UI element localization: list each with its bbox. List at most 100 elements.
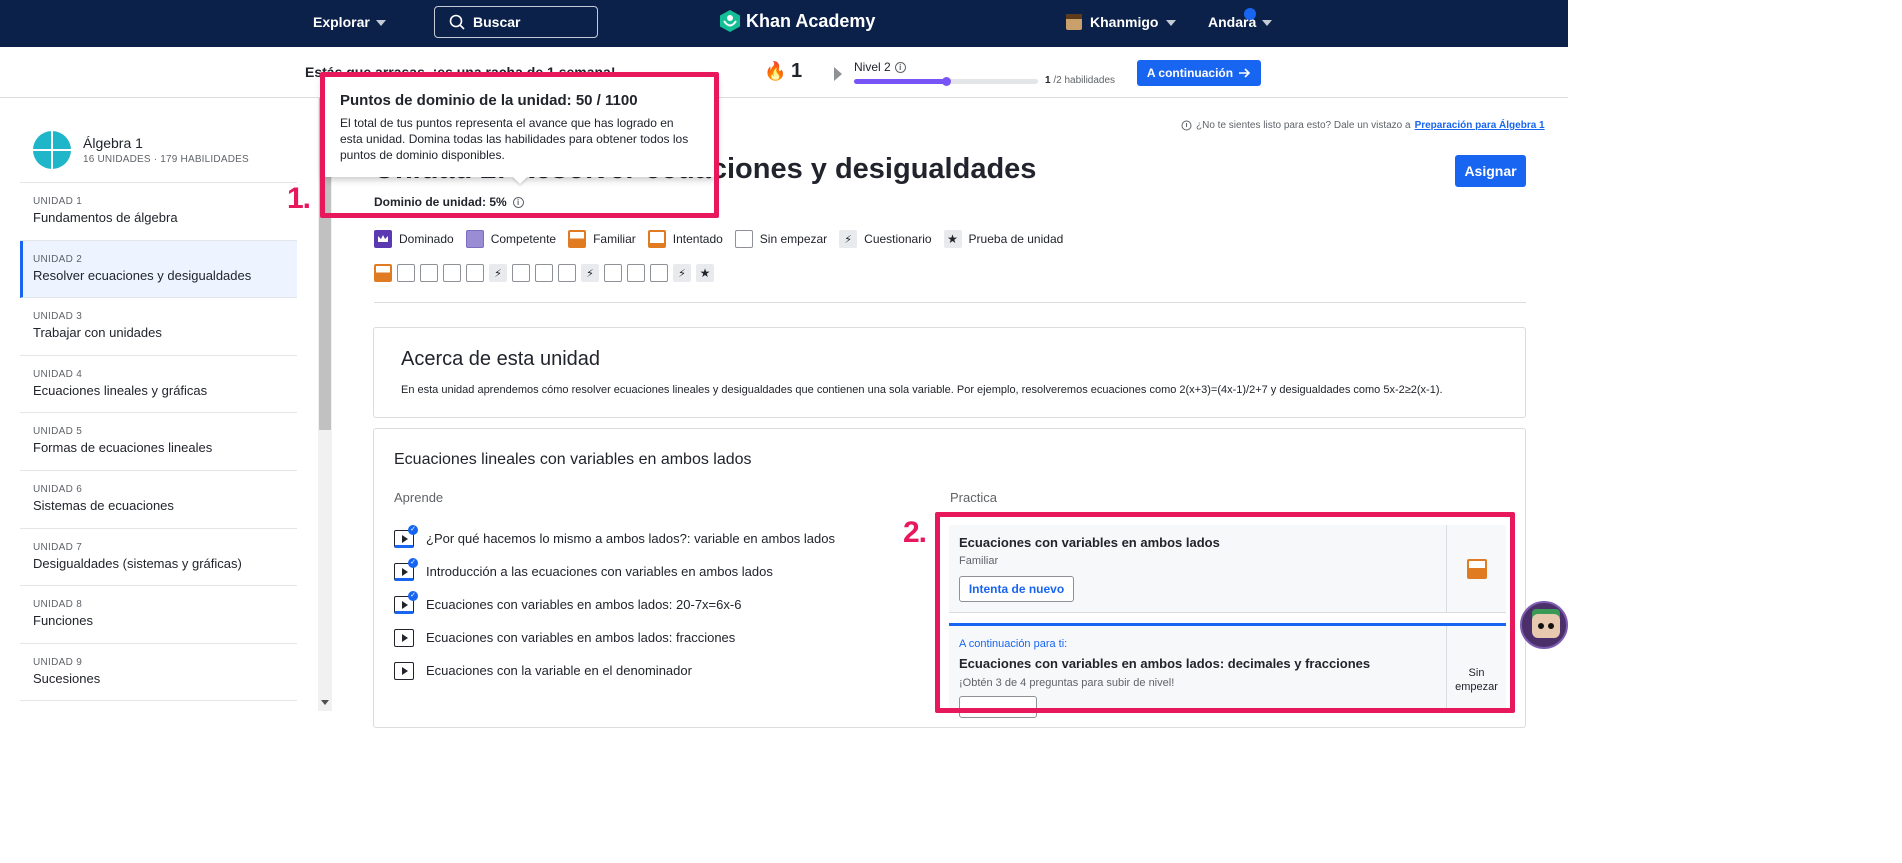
info-icon[interactable]: i	[894, 61, 906, 73]
learn-label: Aprende	[394, 490, 444, 505]
unit-test-star-icon[interactable]: ★	[696, 264, 714, 282]
logo-text: Khan Academy	[746, 10, 876, 31]
khanmigo-chat-button[interactable]	[1520, 601, 1568, 649]
unit-name: Sistemas de ecuaciones	[33, 497, 174, 513]
legend-proficient: Competente	[465, 230, 557, 248]
khanmigo-label: Khanmigo	[1090, 14, 1159, 30]
skill-square[interactable]	[650, 264, 668, 282]
video-title: Ecuaciones con variables en ambos lados:…	[426, 597, 742, 612]
video-title: ¿Por qué hacemos lo mismo a ambos lados?…	[426, 531, 835, 546]
skills-count: 1 /2 habilidades	[1045, 75, 1115, 86]
khanmigo-face-icon	[1532, 614, 1560, 638]
unit-name: Formas de ecuaciones lineales	[33, 440, 213, 456]
quiz-lightning-icon[interactable]: ⚡︎	[673, 264, 691, 282]
khan-logo-icon	[720, 10, 740, 32]
video-item[interactable]: ✓ Introducción a las ecuaciones con varia…	[394, 555, 835, 588]
video-icon	[394, 661, 414, 680]
unit-name: Ecuaciones lineales y gráficas	[33, 382, 208, 398]
course-title: Álgebra 1	[83, 135, 143, 151]
sidebar-item-unit-5[interactable]: UNIDAD 5 Formas de ecuaciones lineales	[20, 413, 297, 471]
search-input[interactable]: Buscar	[434, 6, 598, 38]
video-icon: ✓	[394, 557, 418, 581]
skill-square[interactable]	[374, 264, 392, 282]
video-title: Introducción a las ecuaciones con variab…	[426, 564, 773, 579]
quiz-lightning-icon[interactable]: ⚡︎	[581, 264, 599, 282]
explore-menu[interactable]: Explorar	[313, 14, 386, 30]
video-item[interactable]: ✓ ¿Por qué hacemos lo mismo a ambos lados…	[394, 522, 835, 555]
unit-name: Funciones	[33, 613, 93, 629]
khanmigo-menu[interactable]: Khanmigo	[1066, 14, 1177, 30]
skill-square[interactable]	[535, 264, 553, 282]
legend-label: Dominado	[399, 232, 454, 246]
sidebar-item-unit-1[interactable]: UNIDAD 1 Fundamentos de álgebra	[20, 183, 297, 241]
legend-label: Competente	[490, 232, 557, 246]
annotation-box-1	[320, 72, 719, 218]
legend-not-started: Sin empezar	[734, 230, 827, 248]
unit-name: Trabajar con unidades	[33, 325, 162, 341]
unit-number: UNIDAD 3	[33, 311, 83, 323]
star-icon: ★	[943, 230, 962, 248]
unit-number: UNIDAD 2	[33, 253, 83, 265]
unit-number: UNIDAD 9	[33, 656, 83, 668]
skill-square[interactable]	[397, 264, 415, 282]
sidebar-item-unit-7[interactable]: UNIDAD 7 Desigualdades (sistemas y gráfic…	[20, 529, 297, 587]
lesson-title[interactable]: Ecuaciones lineales con variables en amb…	[394, 451, 752, 469]
mastery-legend: Dominado Competente Familiar Intentado S…	[374, 230, 1075, 248]
skill-square[interactable]	[420, 264, 438, 282]
eye	[1538, 623, 1544, 629]
sidebar-item-unit-8[interactable]: UNIDAD 8 Funciones	[20, 586, 297, 644]
sidebar-item-unit-4[interactable]: UNIDAD 4 Ecuaciones lineales y gráficas	[20, 356, 297, 414]
level-progress-bar	[854, 77, 1038, 86]
about-title: Acerca de esta unidad	[401, 348, 601, 370]
eye	[1548, 623, 1554, 629]
khan-academy-logo[interactable]: Khan Academy	[720, 10, 875, 32]
skill-square[interactable]	[443, 264, 461, 282]
annotation-box-2	[935, 512, 1515, 713]
next-button-label: A continuación	[1146, 66, 1234, 80]
quiz-lightning-icon[interactable]: ⚡︎	[489, 264, 507, 282]
flame-icon: 🔥	[764, 61, 787, 81]
about-unit-card: Acerca de esta unidad En esta unidad apr…	[373, 327, 1526, 418]
skill-square[interactable]	[604, 264, 622, 282]
assign-button[interactable]: Asignar	[1455, 155, 1526, 187]
attempted-icon	[647, 230, 666, 248]
scroll-down-arrow-icon[interactable]	[321, 700, 329, 705]
next-button[interactable]: A continuación	[1137, 60, 1261, 86]
unit-number: UNIDAD 6	[33, 483, 83, 495]
streak-bar: Estás que arrasas, ¡es una racha de 1 se…	[0, 47, 1568, 98]
skills-total: /2 habilidades	[1050, 75, 1116, 86]
sidebar-item-unit-2[interactable]: UNIDAD 2 Resolver ecuaciones y desigualda…	[20, 240, 297, 299]
video-item[interactable]: Ecuaciones con variables en ambos lados:…	[394, 621, 835, 654]
video-item[interactable]: Ecuaciones con la variable en el denomin…	[394, 654, 835, 687]
skill-square[interactable]	[627, 264, 645, 282]
top-navigation: Explorar Buscar Khan Academy Khanmigo An…	[0, 0, 1568, 47]
legend-label: Prueba de unidad	[968, 232, 1064, 246]
skill-square[interactable]	[558, 264, 576, 282]
video-item[interactable]: ✓ Ecuaciones con variables en ambos lados…	[394, 588, 835, 621]
unit-name: Desigualdades (sistemas y gráficas)	[33, 555, 242, 571]
learn-list: ✓ ¿Por qué hacemos lo mismo a ambos lados…	[394, 522, 835, 687]
user-menu[interactable]: Andara	[1208, 14, 1273, 30]
annotation-label-1: 1.	[287, 182, 311, 215]
annotation-label-2: 2.	[903, 516, 927, 549]
unit-number: UNIDAD 7	[33, 541, 83, 553]
unit-number: UNIDAD 5	[33, 426, 83, 438]
course-header[interactable]: Álgebra 1 16 UNIDADES · 179 HABILIDADES	[33, 131, 249, 169]
level-progress-fill	[854, 79, 946, 84]
legend-label: Intentado	[672, 232, 723, 246]
prep-link[interactable]: Preparación para Álgebra 1	[1415, 120, 1545, 131]
sidebar-item-unit-3[interactable]: UNIDAD 3 Trabajar con unidades	[20, 298, 297, 356]
explore-label: Explorar	[313, 14, 370, 30]
skill-progress-row: ⚡︎ ⚡︎ ⚡︎ ★	[374, 264, 714, 282]
chevron-down-icon	[375, 20, 386, 26]
sidebar-item-unit-9[interactable]: UNIDAD 9 Sucesiones	[20, 644, 297, 702]
proficient-icon	[465, 230, 484, 248]
level-label: Nivel 2 i	[854, 60, 906, 74]
video-icon: ✓	[394, 524, 418, 548]
skill-square[interactable]	[512, 264, 530, 282]
skill-square[interactable]	[466, 264, 484, 282]
search-icon	[449, 14, 465, 30]
course-algebra-icon	[33, 131, 71, 169]
unit-number: UNIDAD 4	[33, 368, 83, 380]
sidebar-item-unit-6[interactable]: UNIDAD 6 Sistemas de ecuaciones	[20, 471, 297, 529]
